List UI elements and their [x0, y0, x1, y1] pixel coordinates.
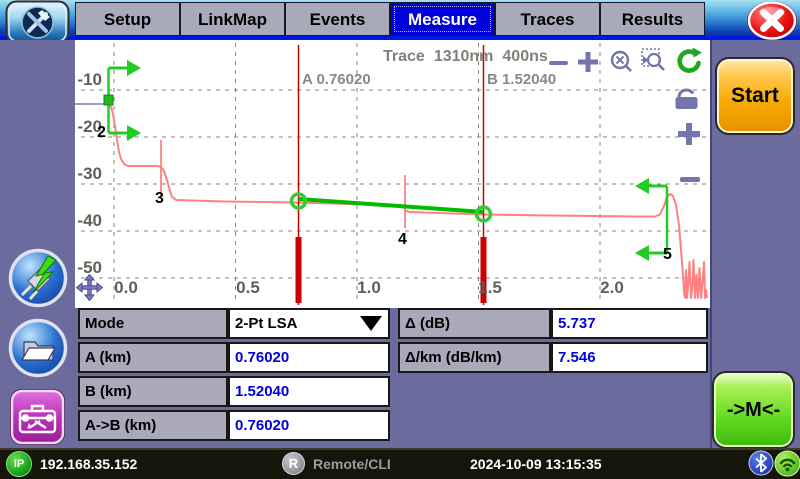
h-zoom-in-icon[interactable]: [576, 50, 600, 74]
x-tick: 0.0: [114, 278, 138, 297]
tab-results[interactable]: Results: [600, 2, 705, 36]
left-sidebar: [0, 40, 75, 448]
event-label-2: 2: [97, 124, 106, 141]
marker-a-row: A (km) 0.76020: [78, 342, 390, 373]
marker-b-label: B 1.52040: [487, 71, 557, 88]
utilities-button[interactable]: [9, 388, 67, 448]
marker-b-value-field[interactable]: 1.52040: [228, 376, 390, 407]
close-button[interactable]: [745, 0, 799, 41]
lock-icon[interactable]: [672, 84, 702, 111]
v-zoom-out-icon[interactable]: [680, 177, 700, 182]
pan-move-icon[interactable]: [76, 274, 103, 301]
tools-icon: [21, 6, 54, 39]
ip-address: 192.168.35.152: [40, 456, 138, 472]
otdr-chart-area[interactable]: -10 -20 -30 -40 -50 0.0 0.5 1.0 1.5 2.0 …: [75, 40, 710, 308]
remote-badge-icon: R: [282, 452, 305, 475]
tab-strip: Setup LinkMap Events Measure Traces Resu…: [75, 2, 705, 36]
trace-pulse-width: 400ns: [502, 48, 548, 65]
marker-b-field-label: B (km): [78, 376, 228, 407]
y-tick: -10: [77, 70, 102, 89]
y-tick: -40: [77, 211, 102, 230]
x-tick: 1.5: [478, 278, 502, 297]
mode-label: Mode: [78, 308, 228, 339]
event-label-4: 4: [398, 231, 407, 248]
zoom-window-icon[interactable]: [640, 47, 670, 75]
remote-mode-label: Remote/CLI: [313, 456, 391, 472]
wireless-status-icon: [774, 450, 800, 477]
x-tick: 0.5: [236, 278, 260, 297]
h-zoom-out-icon[interactable]: [549, 61, 568, 65]
delta-per-km-label: Δ/km (dB/km): [398, 342, 551, 373]
x-tick: 1.0: [357, 278, 381, 297]
delta-per-km-value: 7.546: [551, 342, 708, 373]
bluetooth-icon: [748, 450, 774, 476]
marker-a-label: A 0.76020: [302, 71, 371, 88]
a-to-b-row: A->B (km) 0.76020: [78, 410, 390, 441]
otdr-chart-canvas: [75, 43, 708, 305]
delta-db-label: Δ (dB): [398, 308, 551, 339]
marker-a-field-label: A (km): [78, 342, 228, 373]
y-tick: -30: [77, 164, 102, 183]
ip-badge-icon: IP: [6, 451, 32, 477]
x-tick: 2.0: [600, 278, 624, 297]
trace-info-label: Trace: [383, 48, 425, 65]
event-label-3: 3: [155, 190, 164, 207]
v-zoom-in-icon[interactable]: [675, 120, 703, 148]
tab-linkmap[interactable]: LinkMap: [180, 2, 285, 36]
store-to-memory-button[interactable]: ->M<-: [712, 371, 795, 449]
datetime: 2024-10-09 13:15:35: [470, 456, 602, 472]
trace-wavelength: 1310nm: [433, 48, 494, 65]
zoom-reset-icon[interactable]: [609, 49, 634, 74]
tab-events[interactable]: Events: [285, 2, 390, 36]
delta-db-value: 5.737: [551, 308, 708, 339]
trace-info: Trace 1310nm 400ns: [383, 48, 548, 66]
a-to-b-value-field[interactable]: 0.76020: [228, 410, 390, 441]
marker-b-row: B (km) 1.52040: [78, 376, 390, 407]
connection-check-button[interactable]: [7, 246, 69, 310]
grid-lines: [81, 43, 708, 302]
dropdown-arrow-icon: [360, 316, 382, 331]
a-to-b-field-label: A->B (km): [78, 410, 228, 441]
tab-setup[interactable]: Setup: [75, 2, 180, 36]
launch-level-marker[interactable]: [103, 60, 141, 141]
file-manager-button[interactable]: [7, 316, 69, 380]
refresh-icon[interactable]: [676, 47, 703, 74]
mode-row: Mode 2-Pt LSA: [78, 308, 390, 339]
tab-traces[interactable]: Traces: [495, 2, 600, 36]
lsa-fit-segment: [289, 192, 493, 223]
delta-per-km-row: Δ/km (dB/km) 7.546: [398, 342, 708, 373]
start-button[interactable]: Start: [715, 57, 795, 135]
tab-measure[interactable]: Measure: [390, 2, 495, 36]
event-label-5: 5: [663, 246, 672, 263]
mode-value: 2-Pt LSA: [235, 315, 298, 332]
mode-dropdown[interactable]: 2-Pt LSA: [228, 308, 390, 339]
delta-db-row: Δ (dB) 5.737: [398, 308, 708, 339]
otdr-app-screen: Setup LinkMap Events Measure Traces Resu…: [0, 0, 800, 479]
otdr-trace-line: [75, 103, 708, 299]
marker-a-value-field[interactable]: 0.76020: [228, 342, 390, 373]
apps-menu-button[interactable]: [5, 0, 71, 45]
